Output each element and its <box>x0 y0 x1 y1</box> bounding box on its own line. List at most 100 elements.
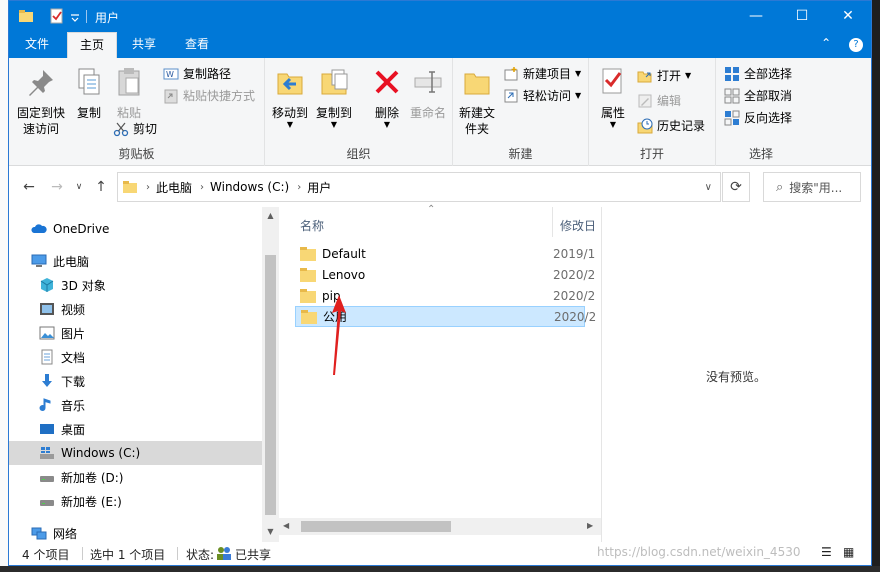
folder-icon <box>300 288 316 303</box>
desktop-icon <box>40 424 54 434</box>
scroll-up-arrow-icon[interactable]: ▲ <box>262 211 279 220</box>
invert-selection-button[interactable]: 反向选择 <box>724 110 792 126</box>
group-label-new: 新建 <box>508 147 533 161</box>
help-icon[interactable]: ? <box>849 38 863 52</box>
scrollbar-thumb[interactable] <box>265 255 276 515</box>
breadcrumb-chevron-icon[interactable]: › <box>146 182 150 193</box>
network-icon <box>31 527 47 540</box>
copy-button[interactable]: 复制 <box>71 66 107 121</box>
breadcrumb-chevron-icon[interactable]: › <box>297 182 301 193</box>
nav-pane-scrollbar[interactable]: ▲ ▼ <box>262 207 279 542</box>
column-header-name[interactable]: 名称 <box>300 217 324 234</box>
properties-button[interactable]: 属性 ▼ <box>593 66 633 129</box>
column-divider[interactable] <box>552 207 553 237</box>
select-all-button[interactable]: 全部选择 <box>724 66 792 82</box>
nav-item-pictures[interactable]: 图片 <box>9 321 262 345</box>
address-bar[interactable]: › 此电脑 › Windows (C:) › 用户 ∨ <box>117 172 721 202</box>
breadcrumb-drive-c[interactable]: Windows (C:) <box>210 180 289 194</box>
watermark: https://blog.csdn.net/weixin_4530 <box>597 545 801 559</box>
copy-to-icon <box>321 69 348 95</box>
breadcrumb-this-pc[interactable]: 此电脑 <box>156 179 192 196</box>
navigation-bar: ← → ∨ ↑ › 此电脑 › Windows (C:) › 用户 ∨ ⟳ ⌕ … <box>9 167 871 207</box>
nav-item-videos[interactable]: 视频 <box>9 297 262 321</box>
breadcrumb-users[interactable]: 用户 <box>307 179 331 196</box>
open-icon <box>637 71 652 83</box>
maximize-button[interactable]: ☐ <box>779 1 825 32</box>
easy-access-button[interactable]: 轻松访问 ▼ <box>503 88 581 104</box>
breadcrumb-chevron-icon[interactable]: › <box>200 182 204 193</box>
up-arrow-icon[interactable]: ↑ <box>91 177 111 197</box>
new-item-button[interactable]: 新建项目 ▼ <box>503 66 581 82</box>
chevron-down-icon: ▼ <box>383 120 391 129</box>
refresh-button[interactable]: ⟳ <box>722 172 750 202</box>
delete-button[interactable]: 删除 ▼ <box>369 66 405 129</box>
nav-item-desktop[interactable]: 桌面 <box>9 417 262 441</box>
paste-button[interactable]: 粘贴 <box>111 66 147 121</box>
collapse-ribbon-icon[interactable]: ⌃ <box>821 36 831 50</box>
close-button[interactable]: ✕ <box>825 1 871 32</box>
paste-shortcut-button[interactable]: 粘贴快捷方式 <box>163 88 255 104</box>
column-header-modified[interactable]: 修改日 <box>560 217 596 234</box>
new-item-icon <box>504 67 518 81</box>
address-dropdown-icon[interactable]: ∨ <box>705 182 712 193</box>
search-input[interactable]: ⌕ 搜索"用... <box>763 172 861 202</box>
nav-item-3d-objects[interactable]: 3D 对象 <box>9 273 262 297</box>
tab-file[interactable]: 文件 <box>13 32 61 58</box>
large-icons-view-icon[interactable]: ▦ <box>843 545 854 559</box>
edit-button[interactable]: 编辑 <box>637 93 681 109</box>
select-all-icon <box>725 67 739 81</box>
scroll-right-arrow-icon[interactable]: ▶ <box>587 521 593 530</box>
tab-home[interactable]: 主页 <box>67 32 118 58</box>
properties-icon[interactable] <box>49 8 65 24</box>
background-bottom <box>0 566 880 572</box>
svg-text:W: W <box>166 70 174 79</box>
group-label-select: 选择 <box>748 147 773 161</box>
scroll-left-arrow-icon[interactable]: ◀ <box>283 521 289 530</box>
select-none-button[interactable]: 全部取消 <box>724 88 792 104</box>
back-arrow-icon[interactable]: ← <box>19 177 39 197</box>
invert-selection-icon <box>724 110 740 126</box>
scroll-down-arrow-icon[interactable]: ▼ <box>262 527 279 536</box>
history-button[interactable]: 历史记录 <box>637 118 705 134</box>
share-state-label: 状态: <box>186 548 215 562</box>
move-to-button[interactable]: 移动到 ▼ <box>269 66 311 129</box>
file-row[interactable]: Default 2019/1 <box>295 243 595 264</box>
recent-dropdown-icon[interactable]: ∨ <box>69 177 89 197</box>
rename-button[interactable]: 重命名 <box>407 66 449 121</box>
copy-path-button[interactable]: W 复制路径 <box>163 66 231 82</box>
copy-icon <box>78 68 100 95</box>
properties-check-icon <box>602 68 622 94</box>
ribbon-controls: ⌃ ? <box>821 36 863 52</box>
sort-indicator-icon: ⌃ <box>427 204 436 215</box>
nav-item-this-pc[interactable]: 此电脑 <box>9 249 262 273</box>
new-folder-button[interactable]: 新建文件夹 <box>455 66 499 137</box>
minimize-button[interactable]: — <box>733 1 779 32</box>
open-button[interactable]: 打开 ▼ <box>637 68 691 84</box>
pin-quick-access-button[interactable]: 固定到快速访问 <box>15 66 67 137</box>
nav-item-music[interactable]: 音乐 <box>9 393 262 417</box>
tab-view[interactable]: 查看 <box>173 32 221 58</box>
status-divider <box>82 547 83 560</box>
history-icon <box>637 118 653 134</box>
file-list: ⌃ 名称 修改日 Default 2019/1 Lenovo 2020/2 pi… <box>279 204 601 542</box>
tab-share[interactable]: 共享 <box>120 32 168 58</box>
nav-item-drive-e[interactable]: 新加卷 (E:) <box>9 489 262 513</box>
window-title: 用户 <box>95 11 120 25</box>
file-list-hscrollbar[interactable]: ◀ ▶ <box>279 518 601 535</box>
nav-item-onedrive[interactable]: OneDrive <box>9 217 262 241</box>
nav-item-drive-d[interactable]: 新加卷 (D:) <box>9 465 262 489</box>
forward-arrow-icon[interactable]: → <box>47 177 67 197</box>
folder-icon <box>300 267 316 282</box>
copy-to-button[interactable]: 复制到 ▼ <box>313 66 355 129</box>
nav-item-drive-c[interactable]: Windows (C:) <box>9 441 262 465</box>
scrollbar-thumb[interactable] <box>301 521 451 532</box>
cut-button[interactable]: 剪切 <box>113 121 157 137</box>
title-bar: 用户 — ☐ ✕ <box>9 1 871 32</box>
quick-access-dropdown-icon[interactable] <box>69 8 81 24</box>
details-view-icon[interactable]: ☰ <box>821 545 832 559</box>
nav-item-downloads[interactable]: 下载 <box>9 369 262 393</box>
nav-item-documents[interactable]: 文档 <box>9 345 262 369</box>
chevron-down-icon: ▼ <box>609 120 617 129</box>
file-row[interactable]: Lenovo 2020/2 <box>295 264 595 285</box>
item-count: 4 个项目 <box>22 548 70 562</box>
